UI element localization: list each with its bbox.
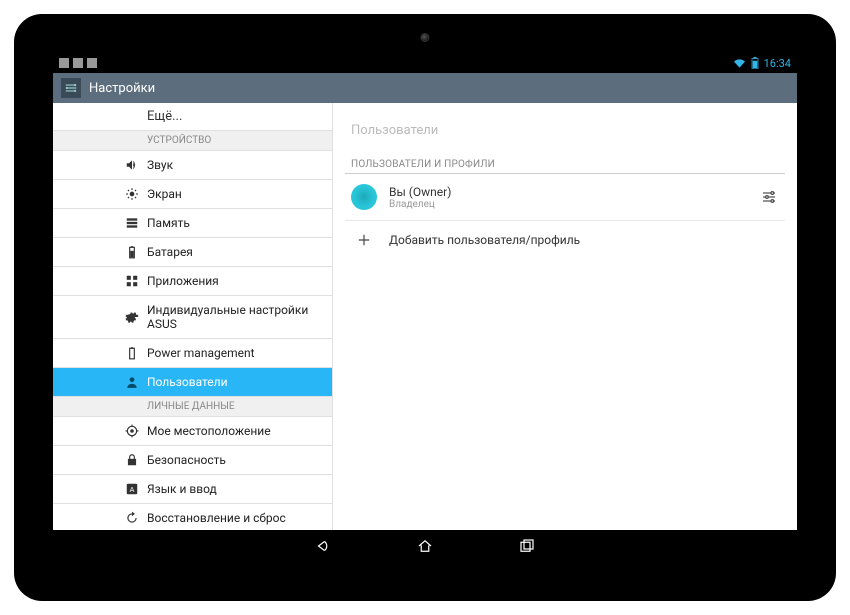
power-icon bbox=[125, 346, 139, 360]
avatar bbox=[351, 184, 377, 210]
user-icon bbox=[125, 375, 139, 389]
home-button[interactable] bbox=[414, 535, 436, 557]
language-icon: A bbox=[125, 482, 139, 496]
storage-icon bbox=[125, 216, 139, 230]
sidebar-label: Язык и ввод bbox=[147, 482, 217, 496]
sidebar-header-personal: ЛИЧНЫЕ ДАННЫЕ bbox=[53, 397, 332, 417]
main-pane: Пользователи ПОЛЬЗОВАТЕЛИ И ПРОФИЛИ Вы (… bbox=[333, 103, 797, 530]
tablet-frame: 16:34 Настройки Ещё... УСТРОЙСТВО Звук bbox=[0, 0, 850, 615]
location-icon bbox=[125, 424, 139, 438]
page-title: Пользователи bbox=[345, 119, 785, 156]
user-settings-button[interactable] bbox=[759, 187, 779, 207]
clock: 16:34 bbox=[764, 57, 791, 70]
front-camera bbox=[421, 33, 430, 42]
sidebar-item-battery[interactable]: Батарея bbox=[53, 238, 332, 267]
nav-bar bbox=[53, 530, 797, 562]
sidebar-label: Мое местоположение bbox=[147, 424, 271, 438]
plus-icon bbox=[351, 233, 377, 247]
screen: 16:34 Настройки Ещё... УСТРОЙСТВО Звук bbox=[53, 53, 797, 562]
sidebar-item-apps[interactable]: Приложения bbox=[53, 267, 332, 296]
content: Ещё... УСТРОЙСТВО Звук Экран Память bbox=[53, 103, 797, 530]
backup-icon bbox=[125, 511, 139, 525]
notif-icon-3 bbox=[87, 58, 97, 68]
add-user-button[interactable]: Добавить пользователя/профиль bbox=[345, 221, 785, 259]
sidebar-item-sound[interactable]: Звук bbox=[53, 151, 332, 180]
sidebar-item-power[interactable]: Power management bbox=[53, 339, 332, 368]
sliders-icon bbox=[761, 189, 777, 205]
action-bar: Настройки bbox=[53, 73, 797, 103]
sidebar-item-asus[interactable]: Индивидуальные настройки ASUS bbox=[53, 296, 332, 339]
wifi-icon bbox=[733, 58, 746, 69]
apps-icon bbox=[125, 274, 139, 288]
sound-icon bbox=[125, 158, 139, 172]
sidebar-item-security[interactable]: Безопасность bbox=[53, 446, 332, 475]
gear-icon bbox=[125, 310, 139, 324]
display-icon bbox=[125, 187, 139, 201]
battery-icon bbox=[125, 245, 139, 259]
sidebar-label: Экран bbox=[147, 187, 182, 201]
sidebar-label: Индивидуальные настройки ASUS bbox=[147, 303, 326, 331]
sidebar-item-users[interactable]: Пользователи bbox=[53, 368, 332, 397]
action-bar-title: Настройки bbox=[89, 81, 155, 96]
notif-icon-2 bbox=[73, 58, 83, 68]
add-user-label: Добавить пользователя/профиль bbox=[389, 233, 580, 247]
user-role: Владелец bbox=[389, 199, 747, 210]
user-name: Вы (Owner) bbox=[389, 185, 747, 199]
sidebar-label: Восстановление и сброс bbox=[147, 511, 286, 525]
lock-icon bbox=[125, 453, 139, 467]
sidebar-header-device: УСТРОЙСТВО bbox=[53, 131, 332, 151]
sidebar-item-lang[interactable]: A Язык и ввод bbox=[53, 475, 332, 504]
sidebar-item-location[interactable]: Мое местоположение bbox=[53, 417, 332, 446]
user-row-owner[interactable]: Вы (Owner) Владелец bbox=[345, 174, 785, 221]
sidebar-item-storage[interactable]: Память bbox=[53, 209, 332, 238]
settings-app-icon[interactable] bbox=[61, 78, 81, 98]
back-button[interactable] bbox=[312, 535, 334, 557]
sidebar-label: Батарея bbox=[147, 245, 193, 259]
sidebar-more[interactable]: Ещё... bbox=[53, 103, 332, 131]
sidebar-label: Пользователи bbox=[147, 375, 228, 389]
sidebar-label: Приложения bbox=[147, 274, 219, 288]
sidebar-label: Память bbox=[147, 216, 190, 230]
status-notifications[interactable] bbox=[59, 58, 97, 68]
sidebar-label: Power management bbox=[147, 346, 255, 360]
battery-icon bbox=[751, 57, 759, 69]
sidebar-label: Звук bbox=[147, 158, 173, 172]
sidebar-item-backup[interactable]: Восстановление и сброс bbox=[53, 504, 332, 530]
status-right: 16:34 bbox=[733, 57, 791, 70]
notif-icon-1 bbox=[59, 58, 69, 68]
recents-button[interactable] bbox=[516, 535, 538, 557]
users-subheader: ПОЛЬЗОВАТЕЛИ И ПРОФИЛИ bbox=[345, 156, 785, 174]
sidebar-item-display[interactable]: Экран bbox=[53, 180, 332, 209]
svg-text:A: A bbox=[130, 487, 135, 494]
user-text: Вы (Owner) Владелец bbox=[389, 185, 747, 210]
settings-sidebar[interactable]: Ещё... УСТРОЙСТВО Звук Экран Память bbox=[53, 103, 333, 530]
status-bar: 16:34 bbox=[53, 53, 797, 73]
tablet-bezel-inner: 16:34 Настройки Ещё... УСТРОЙСТВО Звук bbox=[17, 17, 833, 598]
tablet-bezel-outer: 16:34 Настройки Ещё... УСТРОЙСТВО Звук bbox=[14, 14, 836, 601]
sidebar-label: Безопасность bbox=[147, 453, 226, 467]
